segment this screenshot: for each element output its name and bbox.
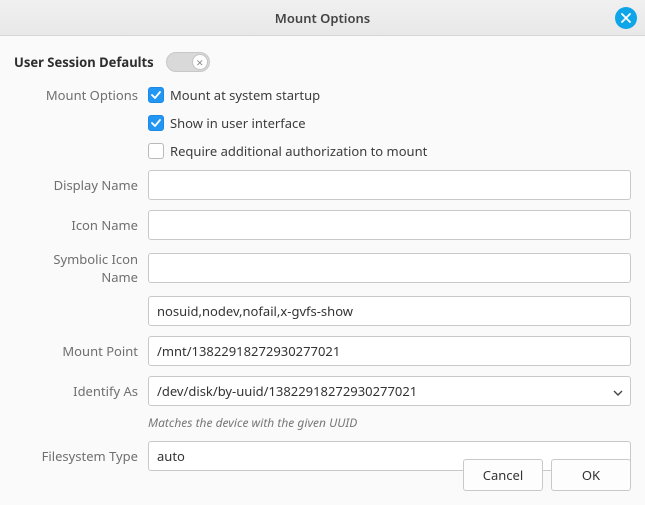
defaults-row: User Session Defaults ✕ [14,52,631,72]
checkbox-show-ui[interactable] [148,115,164,131]
ok-button[interactable]: OK [551,459,631,491]
filesystem-type-label: Filesystem Type [14,447,142,465]
cancel-button[interactable]: Cancel [463,459,543,491]
identify-as-hint: Matches the device with the given UUID [148,414,631,431]
icon-name-input[interactable] [148,210,631,240]
options-string-input[interactable] [148,296,631,326]
check-icon [151,118,161,128]
mount-point-label: Mount Point [14,342,142,360]
form-grid: Mount Options Mount at system startup Sh… [14,86,631,471]
checkbox-startup[interactable] [148,87,164,103]
identify-as-value[interactable] [148,376,631,406]
checkbox-startup-row: Mount at system startup [148,86,631,104]
identify-as-label: Identify As [14,382,142,400]
display-name-input[interactable] [148,170,631,200]
mount-options-label: Mount Options [14,86,142,104]
checkbox-require-auth-label: Require additional authorization to moun… [170,142,427,160]
checkbox-startup-label: Mount at system startup [170,86,320,104]
icon-name-label: Icon Name [14,216,142,234]
check-icon [151,90,161,100]
mount-point-input[interactable] [148,336,631,366]
symbolic-icon-name-input[interactable] [148,253,631,283]
dialog-footer: Cancel OK [463,459,631,491]
checkbox-showui-row: Show in user interface [148,114,631,132]
checkbox-require-auth[interactable] [148,143,164,159]
window-title: Mount Options [275,9,370,27]
close-button[interactable] [615,7,637,29]
titlebar: Mount Options [0,0,645,36]
toggle-knob: ✕ [192,54,208,70]
dialog-content: User Session Defaults ✕ Mount Options Mo… [0,36,645,485]
identify-as-select[interactable] [148,376,631,406]
checkbox-show-ui-label: Show in user interface [170,114,306,132]
display-name-label: Display Name [14,176,142,194]
close-icon [621,13,631,23]
checkbox-requireauth-row: Require additional authorization to moun… [148,142,631,160]
defaults-toggle[interactable]: ✕ [166,52,210,72]
defaults-label: User Session Defaults [14,53,154,71]
symbolic-icon-name-label: Symbolic Icon Name [14,250,142,286]
